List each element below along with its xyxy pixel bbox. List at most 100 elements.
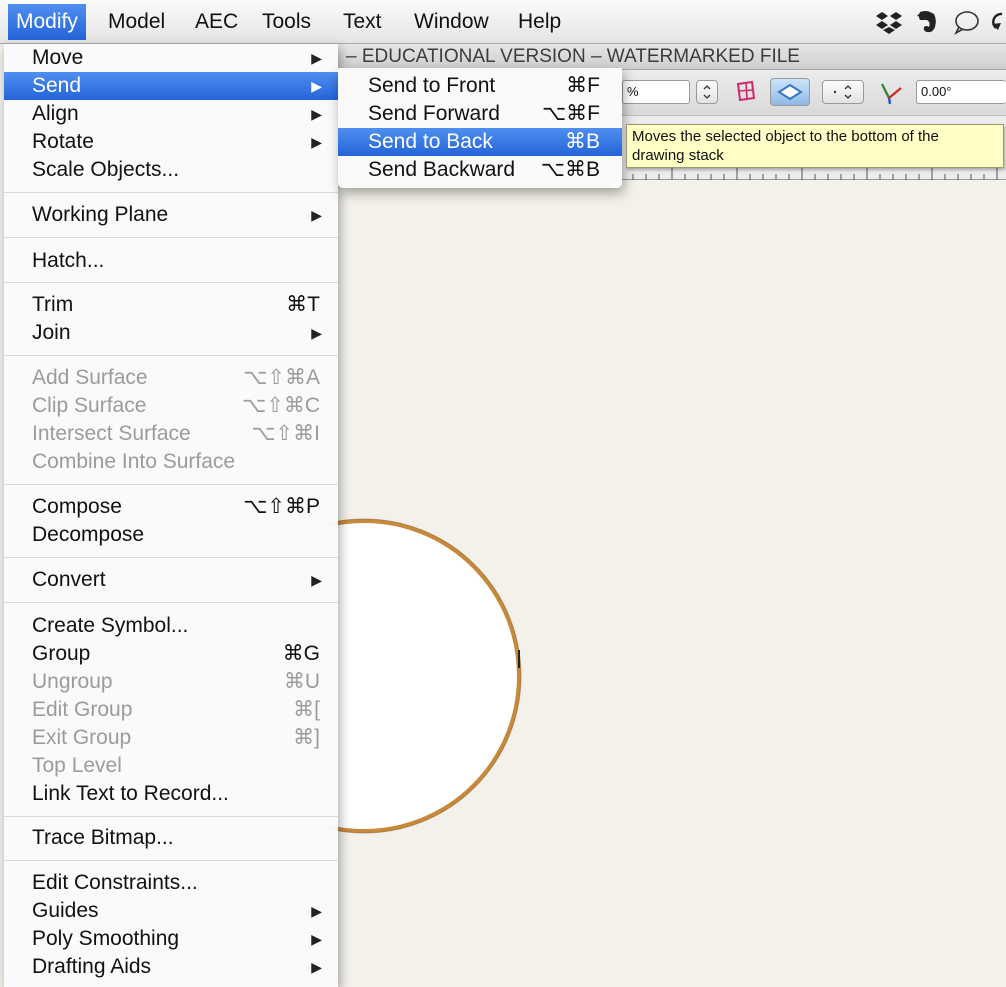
- menu-item-label: Intersect Surface: [32, 422, 191, 445]
- layer-planes-icon[interactable]: [732, 78, 760, 106]
- submenu-arrow-icon: ▶: [311, 903, 322, 919]
- menu-separator: [4, 192, 338, 194]
- submenu-arrow-icon: ▶: [311, 325, 322, 341]
- drawing-canvas[interactable]: [330, 180, 1006, 987]
- menu-item-exit-group[interactable]: Exit Group ⌘]: [4, 724, 338, 752]
- menu-item-edit-group[interactable]: Edit Group ⌘[: [4, 696, 338, 724]
- menu-item-label: Guides: [32, 899, 99, 922]
- menu-item-shortcut: ⌥⇧⌘P: [243, 495, 320, 518]
- menu-item-intersect-surface[interactable]: Intersect Surface ⌥⇧⌘I: [4, 420, 338, 448]
- rotation-angle-field[interactable]: 0.00°: [916, 80, 1006, 104]
- circle-shape[interactable]: [330, 180, 1006, 987]
- axis-view-icon[interactable]: [876, 80, 906, 106]
- menu-item-edit-constraints[interactable]: Edit Constraints...: [4, 869, 338, 897]
- menu-separator: [4, 355, 338, 357]
- render-mode-button[interactable]: [822, 80, 864, 104]
- menu-item-move[interactable]: Move ▶: [4, 44, 338, 72]
- menu-aec[interactable]: AEC: [187, 4, 246, 40]
- menu-modify[interactable]: Modify: [8, 4, 86, 40]
- menu-item-shortcut: ⌘U: [283, 670, 320, 693]
- submenu-item-shortcut: ⌥⌘B: [540, 158, 600, 181]
- modify-menu: Move ▶ Send ▶ Align ▶ Rotate ▶ Scale Obj…: [4, 44, 338, 987]
- menu-item-label: Compose: [32, 495, 122, 518]
- submenu-item-send-backward[interactable]: Send Backward ⌥⌘B: [338, 156, 622, 184]
- menu-item-shortcut: ⌘T: [286, 293, 320, 316]
- menu-separator: [4, 557, 338, 559]
- menu-separator: [4, 282, 338, 284]
- menu-item-trace-bitmap[interactable]: Trace Bitmap...: [4, 824, 338, 852]
- menu-tools[interactable]: Tools: [254, 4, 319, 40]
- menu-item-combine-into-surface[interactable]: Combine Into Surface: [4, 448, 338, 476]
- menu-item-label: Combine Into Surface: [32, 450, 236, 473]
- menu-item-add-surface[interactable]: Add Surface ⌥⇧⌘A: [4, 364, 338, 392]
- menu-item-drafting-aids[interactable]: Drafting Aids ▶: [4, 953, 338, 981]
- menu-window[interactable]: Window: [406, 4, 497, 40]
- submenu-item-shortcut: ⌘B: [564, 130, 600, 153]
- submenu-arrow-icon: ▶: [311, 572, 322, 588]
- active-view-button[interactable]: [770, 78, 810, 106]
- menu-item-scale-objects[interactable]: Scale Objects...: [4, 156, 338, 184]
- menu-item-label: Hatch...: [32, 249, 105, 272]
- menu-item-rotate[interactable]: Rotate ▶: [4, 128, 338, 156]
- menu-item-label: Top Level: [32, 754, 122, 777]
- zoom-field[interactable]: %: [622, 80, 690, 104]
- menu-item-working-plane[interactable]: Working Plane ▶: [4, 201, 338, 229]
- menu-item-label: Join: [32, 321, 71, 344]
- menu-item-trim[interactable]: Trim ⌘T: [4, 291, 338, 319]
- menu-item-send[interactable]: Send ▶: [4, 72, 338, 100]
- evernote-icon[interactable]: [914, 8, 940, 36]
- menu-item-shortcut: ⌥⇧⌘I: [251, 422, 320, 445]
- top-plan-view-icon: [777, 83, 803, 101]
- menu-item-top-level[interactable]: Top Level: [4, 752, 338, 780]
- menu-item-label: Trim: [32, 293, 74, 316]
- menu-item-guides[interactable]: Guides ▶: [4, 897, 338, 925]
- menu-item-hatch[interactable]: Hatch...: [4, 247, 338, 275]
- menu-item-label: Convert: [32, 568, 106, 591]
- submenu-item-shortcut: ⌥⌘F: [541, 102, 600, 125]
- menu-item-create-symbol[interactable]: Create Symbol...: [4, 612, 338, 640]
- menu-item-label: Add Surface: [32, 366, 148, 389]
- menu-item-label: Ungroup: [32, 670, 113, 693]
- submenu-item-send-to-front[interactable]: Send to Front ⌘F: [338, 72, 622, 100]
- menu-item-link-text-to-record[interactable]: Link Text to Record...: [4, 780, 338, 808]
- submenu-arrow-icon: ▶: [311, 134, 322, 150]
- menu-item-group[interactable]: Group ⌘G: [4, 640, 338, 668]
- menu-item-align[interactable]: Align ▶: [4, 100, 338, 128]
- menu-separator: [4, 860, 338, 862]
- submenu-arrow-icon: ▶: [311, 106, 322, 122]
- submenu-item-label: Send Forward: [368, 102, 500, 125]
- submenu-arrow-icon: ▶: [311, 207, 322, 223]
- menu-item-compose[interactable]: Compose ⌥⇧⌘P: [4, 493, 338, 521]
- menu-bar: Modify Model AEC Tools Text Window Help: [0, 0, 1006, 44]
- menu-item-convert[interactable]: Convert ▶: [4, 566, 338, 594]
- menu-item-shortcut: ⌥⇧⌘C: [242, 394, 320, 417]
- menu-item-decompose[interactable]: Decompose: [4, 521, 338, 549]
- sync-icon[interactable]: [992, 8, 1006, 36]
- help-tooltip: Moves the selected object to the bottom …: [626, 124, 1004, 168]
- menu-text[interactable]: Text: [335, 4, 390, 40]
- submenu-arrow-icon: ▶: [311, 931, 322, 947]
- dropbox-icon[interactable]: [874, 8, 904, 36]
- zoom-dropdown-button[interactable]: [696, 80, 718, 104]
- menu-model[interactable]: Model: [100, 4, 173, 40]
- menu-item-label: Working Plane: [32, 203, 169, 226]
- menu-item-label: Rotate: [32, 130, 94, 153]
- menu-item-join[interactable]: Join ▶: [4, 319, 338, 347]
- submenu-item-send-forward[interactable]: Send Forward ⌥⌘F: [338, 100, 622, 128]
- menu-item-label: Decompose: [32, 523, 145, 546]
- submenu-item-send-to-back[interactable]: Send to Back ⌘B: [338, 128, 622, 156]
- tooltip-line: drawing stack: [632, 147, 724, 164]
- menu-item-label: Drafting Aids: [32, 955, 152, 978]
- menu-help[interactable]: Help: [510, 4, 569, 40]
- submenu-arrow-icon: ▶: [311, 50, 322, 66]
- menu-item-label: Poly Smoothing: [32, 927, 180, 950]
- submenu-item-label: Send Backward: [368, 158, 516, 181]
- chat-bubble-icon[interactable]: [952, 8, 982, 36]
- menu-item-label: Align: [32, 102, 79, 125]
- menu-item-clip-surface[interactable]: Clip Surface ⌥⇧⌘C: [4, 392, 338, 420]
- dotted-arrows-icon: [833, 85, 852, 99]
- menu-item-poly-smoothing[interactable]: Poly Smoothing ▶: [4, 925, 338, 953]
- send-submenu: Send to Front ⌘F Send Forward ⌥⌘F Send t…: [338, 68, 622, 188]
- document-title: – EDUCATIONAL VERSION – WATERMARKED FILE: [346, 46, 800, 67]
- menu-item-ungroup[interactable]: Ungroup ⌘U: [4, 668, 338, 696]
